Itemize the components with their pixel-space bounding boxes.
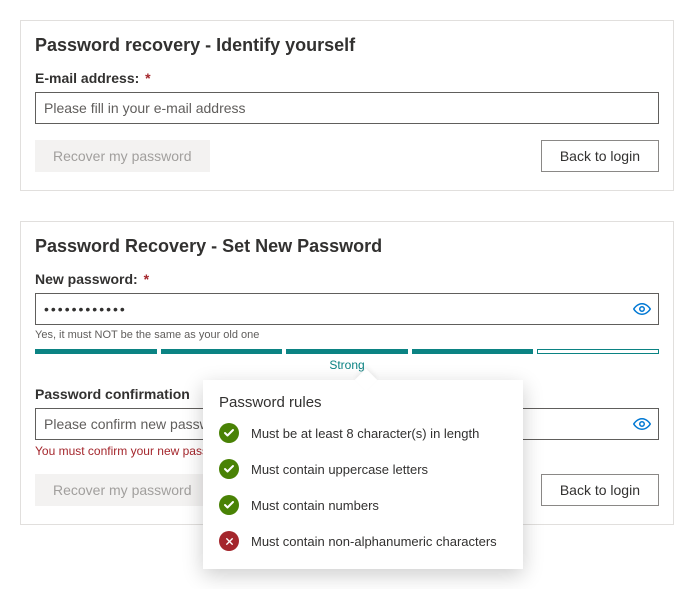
password-rules-popover: Password rules Must be at least 8 charac… [203,380,523,569]
email-field[interactable] [35,92,659,124]
new-password-field[interactable] [35,293,659,325]
rule-text: Must contain non-alphanumeric characters [251,534,497,549]
password-rule: Must contain uppercase letters [219,459,507,479]
strength-bar [161,349,283,354]
new-password-label-text: New password: [35,271,138,287]
password-rule: Must contain numbers [219,495,507,515]
strength-label: Strong [35,358,659,372]
rule-text: Must contain numbers [251,498,379,513]
card-title: Password Recovery - Set New Password [35,236,659,257]
password-strength-meter [35,349,659,354]
strength-bar [286,349,408,354]
new-password-label: New password: * [35,271,659,287]
check-icon [219,495,239,515]
strength-bar [35,349,157,354]
email-label: E-mail address: * [35,70,659,86]
popover-title: Password rules [219,394,507,411]
password-rule: Must be at least 8 character(s) in lengt… [219,423,507,443]
required-indicator: * [144,271,149,287]
strength-bar [537,349,659,354]
check-icon [219,459,239,479]
check-icon [219,423,239,443]
strength-bar [412,349,534,354]
card-title: Password recovery - Identify yourself [35,35,659,56]
eye-icon[interactable] [633,415,651,433]
recover-password-button[interactable]: Recover my password [35,140,210,172]
eye-icon[interactable] [633,300,651,318]
password-recovery-identify-card: Password recovery - Identify yourself E-… [20,20,674,191]
required-indicator: * [145,70,150,86]
password-rule: Must contain non-alphanumeric characters [219,531,507,551]
back-to-login-button[interactable]: Back to login [541,474,659,506]
back-to-login-button[interactable]: Back to login [541,140,659,172]
recover-password-button[interactable]: Recover my password [35,474,210,506]
rule-text: Must contain uppercase letters [251,462,428,477]
rule-text: Must be at least 8 character(s) in lengt… [251,426,479,441]
password-hint: Yes, it must NOT be the same as your old… [35,329,659,341]
email-label-text: E-mail address: [35,70,139,86]
cross-icon [219,531,239,551]
